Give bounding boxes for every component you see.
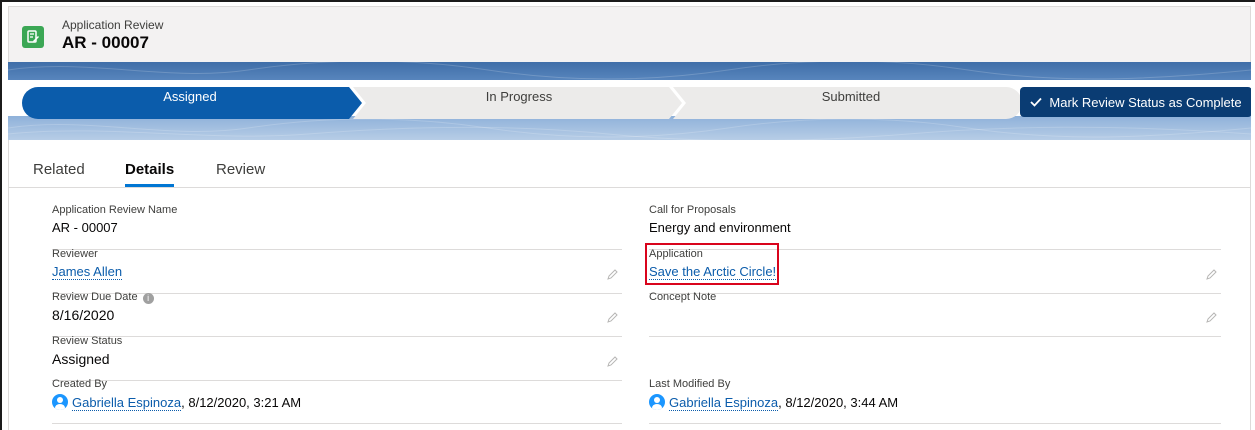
application-name: Save the Arctic Circle! [649, 264, 777, 280]
stage-label: Submitted [821, 88, 881, 104]
field-value: Gabriella Espinoza, 8/12/2020, 3:21 AM [52, 394, 302, 411]
field-created-by: Created By Gabriella Espinoza, 8/12/2020… [52, 378, 622, 424]
tab-details[interactable]: Details [125, 161, 175, 187]
last-modified-user-link[interactable]: Gabriella Espinoza [669, 395, 779, 411]
field-divider [649, 423, 1221, 424]
pencil-icon[interactable] [1205, 312, 1217, 324]
pencil-icon[interactable] [606, 269, 618, 281]
info-icon[interactable]: i [142, 293, 154, 304]
pencil-icon[interactable] [606, 312, 618, 324]
last-modified-timestamp: , 8/12/2020, 3:44 AM [778, 395, 899, 410]
field-reviewer: Reviewer James Allen [52, 248, 622, 294]
field-concept-note: Concept Note [649, 291, 1221, 337]
field-value: AR - 00007 [52, 220, 118, 235]
field-label: Application Review Name [52, 204, 178, 216]
field-review-name: Application Review Name AR - 00007 [52, 204, 622, 250]
field-value: Energy and environment [649, 220, 791, 235]
created-by-user-link[interactable]: Gabriella Espinoza [72, 395, 182, 411]
field-label: Last Modified By [649, 378, 731, 390]
user-avatar-icon [52, 394, 68, 410]
created-by-timestamp: , 8/12/2020, 3:21 AM [181, 395, 302, 410]
field-value: Assigned [52, 351, 110, 367]
field-label: Review Status [52, 335, 123, 347]
stage-label: Assigned [163, 88, 217, 104]
field-call-for-proposals: Call for Proposals Energy and environmen… [649, 204, 1221, 250]
field-value: 8/16/2020 [52, 307, 115, 323]
user-avatar-icon [649, 394, 665, 410]
reviewer-name: James Allen [52, 264, 123, 280]
tab-review[interactable]: Review [216, 161, 265, 187]
field-value: Gabriella Espinoza, 8/12/2020, 3:44 AM [649, 394, 899, 411]
object-label: Application Review [62, 18, 164, 32]
mark-complete-label: Mark Review Status as Complete [1049, 94, 1242, 110]
field-application: Application Save the Arctic Circle! [649, 248, 1221, 294]
path-bar: Assigned In Progress Submitted Mark Revi… [8, 80, 1251, 119]
path-banner: Assigned In Progress Submitted Mark Revi… [8, 62, 1251, 140]
field-label: Call for Proposals [649, 204, 736, 216]
record-header: Application Review AR - 00007 [8, 6, 1251, 62]
field-label: Created By [52, 378, 108, 390]
field-label: Review Due Date i [52, 291, 154, 304]
field-divider [649, 336, 1221, 337]
record-tabs: Related Details Review [8, 156, 1251, 188]
path-stage-submitted[interactable]: Submitted [680, 80, 1022, 112]
record-title: AR - 00007 [62, 33, 149, 52]
field-review-status: Review Status Assigned [52, 335, 622, 381]
application-review-icon [22, 26, 44, 48]
pencil-icon[interactable] [1205, 269, 1217, 281]
check-icon [1030, 97, 1043, 107]
field-label: Application [649, 248, 703, 260]
field-last-modified-by: Last Modified By Gabriella Espinoza, 8/1… [649, 378, 1221, 424]
tab-related[interactable]: Related [33, 161, 85, 187]
application-link[interactable]: Save the Arctic Circle! [649, 264, 777, 280]
field-review-due-date: Review Due Date i 8/16/2020 [52, 291, 622, 337]
due-date-label: Review Due Date [52, 291, 138, 303]
reviewer-link[interactable]: James Allen [52, 264, 123, 280]
path-stage-in-progress[interactable]: In Progress [358, 80, 680, 112]
field-label: Concept Note [649, 291, 717, 303]
field-divider [52, 423, 622, 424]
path-stage-assigned[interactable]: Assigned [22, 80, 358, 112]
field-label: Reviewer [52, 248, 98, 260]
stage-label: In Progress [485, 88, 553, 104]
mark-complete-button[interactable]: Mark Review Status as Complete [1020, 87, 1251, 117]
pencil-icon[interactable] [606, 356, 618, 368]
